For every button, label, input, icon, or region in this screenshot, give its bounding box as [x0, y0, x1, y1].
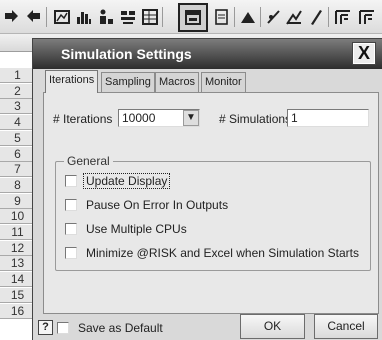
data-table-icon[interactable]: [140, 7, 160, 27]
ranking-icon[interactable]: [118, 7, 138, 27]
scatter-people-icon[interactable]: [96, 7, 116, 27]
row-header[interactable]: 15: [0, 288, 36, 303]
simulations-label: # Simulations: [219, 112, 292, 126]
iterations-value: 10000: [122, 111, 156, 125]
cancel-button[interactable]: Cancel: [314, 314, 378, 339]
help-icon[interactable]: ?: [38, 320, 53, 335]
dialog-titlebar[interactable]: Simulation Settings X: [33, 39, 382, 69]
fitting-icon[interactable]: [264, 7, 284, 27]
tab-iterations[interactable]: Iterations: [45, 70, 99, 93]
simulation-settings-button[interactable]: [178, 3, 208, 32]
toolbar-separator: [260, 7, 261, 27]
row-header[interactable]: 10: [0, 209, 36, 224]
pause-on-error-checkbox[interactable]: [65, 199, 77, 211]
histogram-icon[interactable]: [74, 7, 94, 27]
row-header[interactable]: 13: [0, 256, 36, 271]
row-header[interactable]: 5: [0, 131, 36, 146]
minimize-label[interactable]: Minimize @RISK and Excel when Simulation…: [86, 246, 359, 260]
ok-button[interactable]: OK: [240, 314, 305, 339]
simulations-input[interactable]: 1: [287, 109, 369, 127]
row-header[interactable]: 8: [0, 178, 36, 193]
simulation-settings-dialog: Simulation Settings X Iterations Samplin…: [32, 38, 382, 340]
dialog-title: Simulation Settings: [61, 46, 192, 62]
triangle-distribution-icon[interactable]: [238, 7, 258, 27]
update-display-label[interactable]: Update Display: [83, 173, 171, 189]
multiple-cpus-label[interactable]: Use Multiple CPUs: [86, 222, 187, 236]
row-header[interactable]: 11: [0, 225, 36, 240]
browse-results-icon[interactable]: [52, 7, 72, 27]
export-alt-icon[interactable]: [357, 7, 377, 27]
toolbar-separator: [328, 7, 329, 27]
export-icon[interactable]: [333, 7, 353, 27]
row-header[interactable]: 2: [0, 84, 36, 99]
tab-macros[interactable]: Macros: [155, 72, 200, 92]
pencil-icon[interactable]: [306, 7, 326, 27]
iterations-panel: # Iterations 10000 ▼ # Simulations 1 Gen…: [43, 92, 379, 314]
toolbar-separator: [234, 7, 235, 27]
dialog-footer: ? Save as Default OK Cancel: [33, 314, 382, 340]
minimize-checkbox[interactable]: [65, 247, 77, 259]
chevron-down-icon[interactable]: ▼: [183, 110, 199, 126]
row-header[interactable]: 9: [0, 194, 36, 209]
report-icon[interactable]: [212, 7, 232, 27]
tab-monitor[interactable]: Monitor: [201, 72, 246, 92]
simulations-value: 1: [291, 111, 298, 125]
distribution-fit-icon[interactable]: [284, 7, 304, 27]
pause-on-error-label[interactable]: Pause On Error In Outputs: [86, 198, 228, 212]
row-header[interactable]: 7: [0, 162, 36, 177]
risk-toolbar: [0, 0, 382, 34]
row-header[interactable]: 3: [0, 99, 36, 114]
row-header[interactable]: 16: [0, 304, 36, 319]
row-header[interactable]: 1: [0, 68, 36, 83]
general-group-label: General: [64, 154, 113, 168]
update-display-checkbox[interactable]: [65, 175, 77, 187]
row-header[interactable]: 4: [0, 115, 36, 130]
multiple-cpus-checkbox[interactable]: [65, 223, 77, 235]
row-header[interactable]: 12: [0, 241, 36, 256]
iterations-label: # Iterations: [53, 112, 113, 126]
close-button[interactable]: X: [352, 42, 376, 65]
arrow-swap-icon[interactable]: [2, 7, 22, 27]
row-header[interactable]: 6: [0, 147, 36, 162]
save-default-label[interactable]: Save as Default: [78, 321, 163, 335]
toolbar-separator: [162, 7, 163, 27]
tab-sampling[interactable]: Sampling: [101, 72, 155, 92]
row-header[interactable]: 14: [0, 272, 36, 287]
general-group: General Update Display Pause On Error In…: [55, 154, 371, 271]
toolbar-separator: [46, 7, 47, 27]
save-default-checkbox[interactable]: [57, 322, 69, 334]
arrow-swap-reverse-icon[interactable]: [23, 7, 43, 27]
